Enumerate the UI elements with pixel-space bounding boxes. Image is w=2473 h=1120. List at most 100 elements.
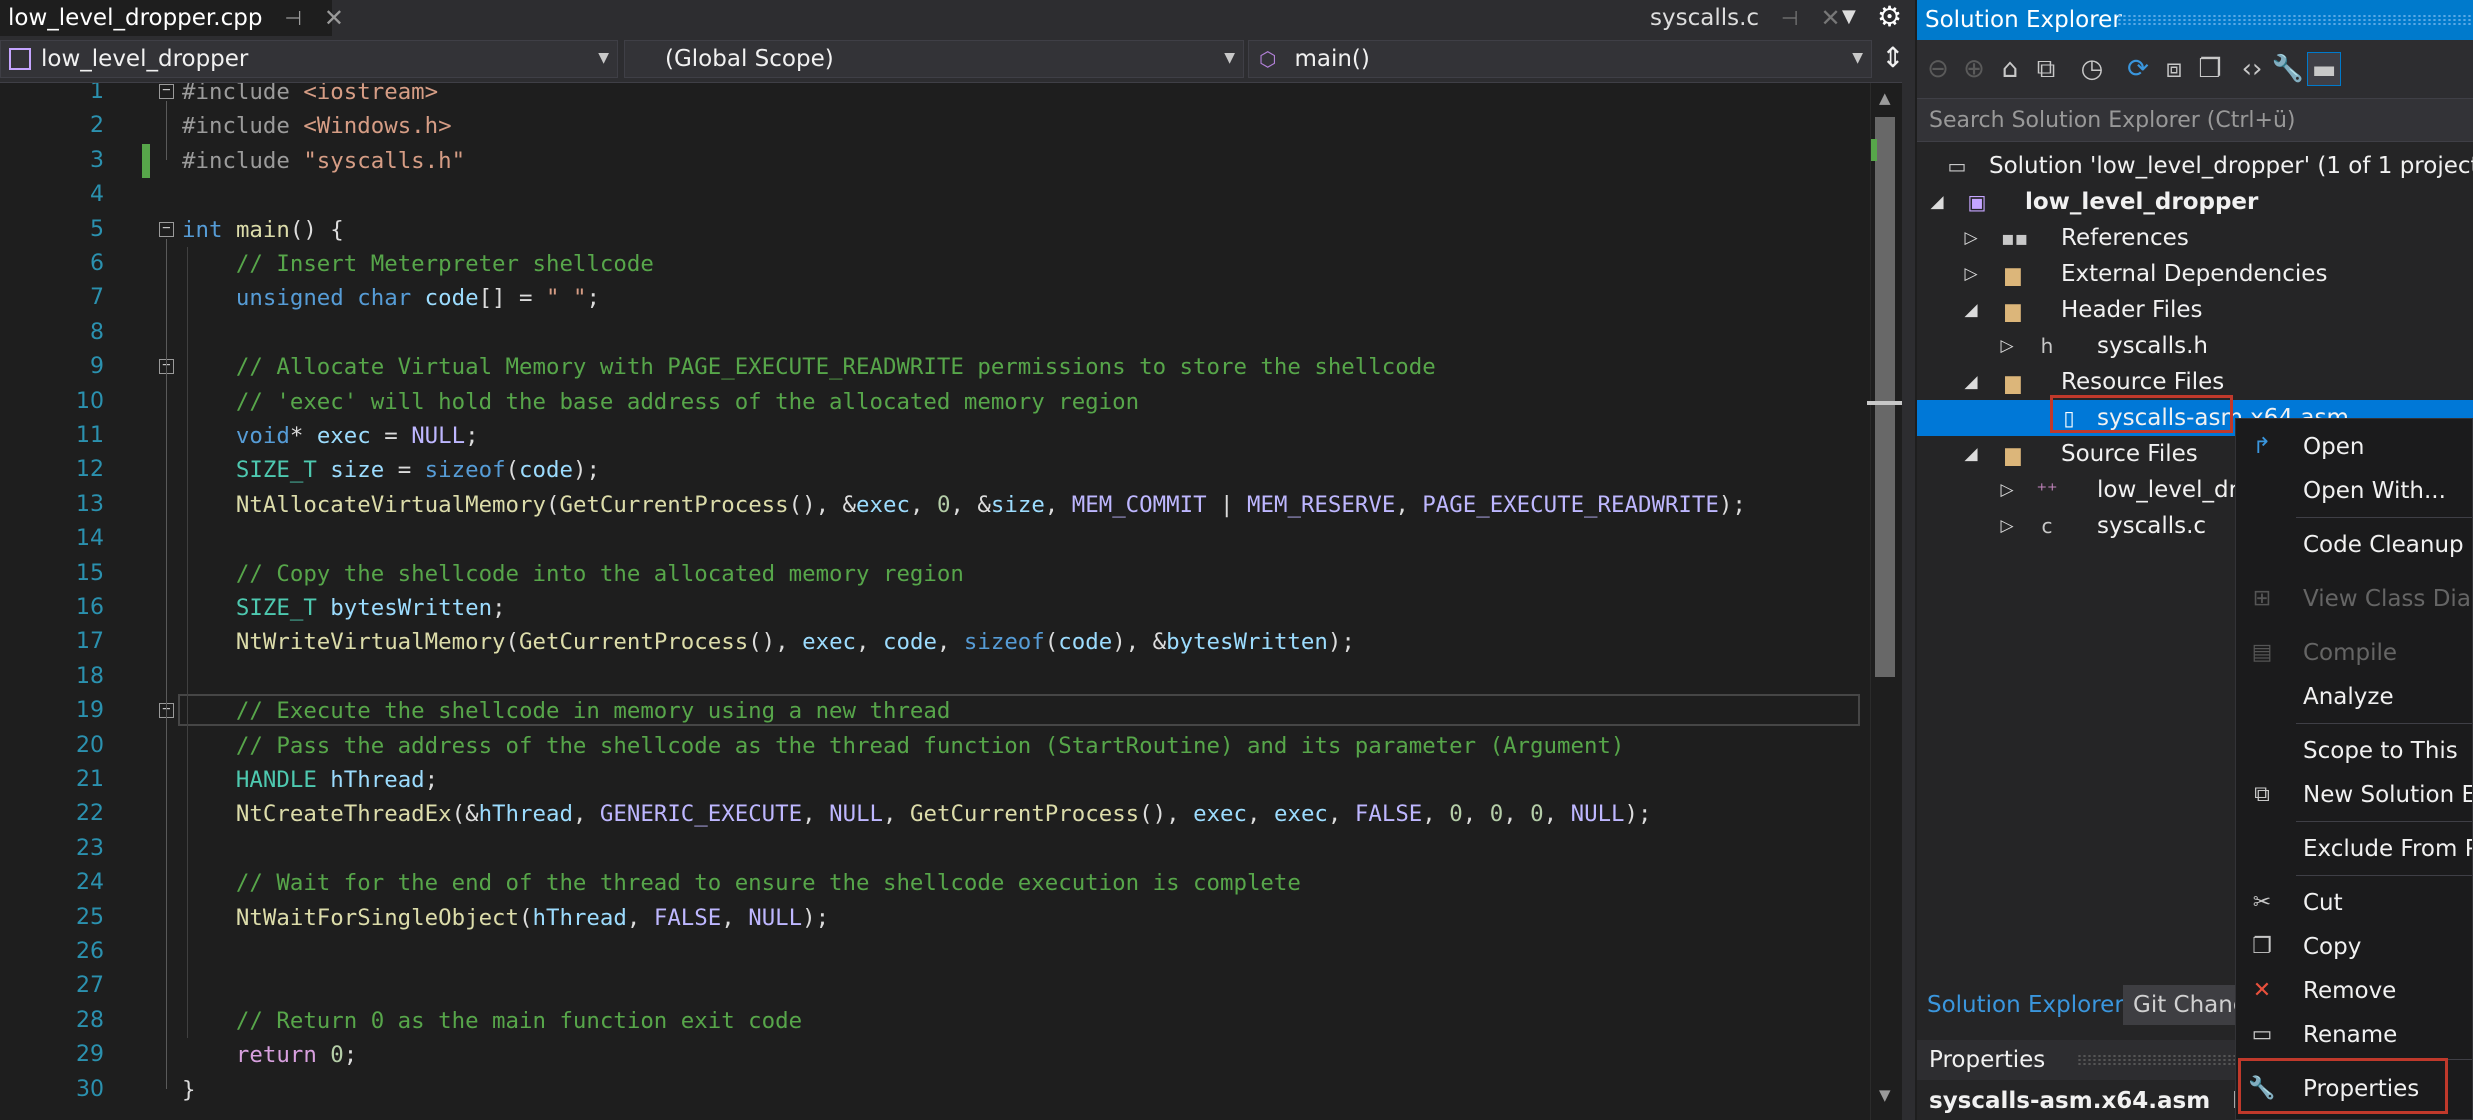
tab-syscalls-c[interactable]: syscalls.c ⊣ ✕ (1650, 0, 1841, 36)
expanded-triangle-icon[interactable]: ◢ (1963, 292, 1979, 328)
menu-item-scope-to-this[interactable]: Scope to This (2236, 731, 2472, 771)
editor-vertical-scrollbar[interactable]: ▲ ▼ (1867, 83, 1903, 1120)
expanded-triangle-icon[interactable]: ◢ (1963, 436, 1979, 472)
code-line[interactable]: 29 return 0; (0, 1038, 1870, 1072)
collapsed-triangle-icon[interactable]: ▷ (1999, 508, 2015, 544)
tab-low-level-dropper-cpp[interactable]: low_level_dropper.cpp ⊣ ✕ (0, 0, 344, 36)
tab-solution-explorer[interactable]: Solution Explorer (1917, 985, 2134, 1025)
tree-item-solution[interactable]: ▭ Solution 'low_level_dropper' (1 of 1 p… (1917, 148, 2473, 184)
pin-icon[interactable]: ⊣ (1781, 6, 1798, 30)
show-all-files-icon[interactable]: ❐ (2193, 52, 2227, 86)
code-line[interactable]: 21 HANDLE hThread; (0, 763, 1870, 797)
menu-item-copy[interactable]: ❐ Copy (2236, 927, 2472, 967)
tree-item-syscalls-h[interactable]: ▷ h syscalls.h (1917, 328, 2473, 364)
preview-selected-items-icon[interactable]: ▬ (2307, 52, 2341, 86)
forward-arrow-icon[interactable]: ⊕ (1957, 52, 1991, 86)
menu-item-compile: ▤ Compile (2236, 633, 2472, 673)
line-number: 12 (76, 457, 104, 483)
code-line[interactable]: 8 (0, 316, 1870, 350)
code-line[interactable]: 20 // Pass the address of the shellcode … (0, 729, 1870, 763)
solution-explorer-search-input[interactable]: Search Solution Explorer (Ctrl+ü) (1917, 98, 2473, 142)
menu-item-exclude-from-project[interactable]: Exclude From Project (2236, 829, 2472, 869)
collapsed-triangle-icon[interactable]: ▷ (1963, 220, 1979, 256)
code-line[interactable]: 6 // Insert Meterpreter shellcode (0, 247, 1870, 281)
member-dropdown[interactable]: ⬡ main() ▼ (1248, 40, 1872, 78)
open-arrow-icon: ↱ (2252, 434, 2272, 459)
pin-icon[interactable]: ⊣ (284, 6, 301, 30)
expanded-triangle-icon[interactable]: ◢ (1963, 364, 1979, 400)
close-icon[interactable]: ✕ (324, 4, 344, 32)
menu-item-open-with[interactable]: Open With... (2236, 471, 2472, 511)
cpp-file-icon: ⁺⁺ (2036, 478, 2058, 502)
code-editor[interactable]: 1− #include <iostream> 2 #include <Windows.… (0, 83, 1870, 1120)
context-menu: ↱ Open Open With... Code Cleanup ⊞ View Class… (2235, 418, 2473, 1120)
code-line[interactable]: 10 // 'exec' will hold the base address … (0, 385, 1870, 419)
code-line[interactable]: 17 NtWriteVirtualMemory(GetCurrentProces… (0, 625, 1870, 659)
code-line[interactable]: 11 void* exec = NULL; (0, 419, 1870, 453)
code-line[interactable]: 7 unsigned char code[] = " "; (0, 281, 1870, 315)
collapsed-triangle-icon[interactable]: ▷ (1999, 328, 2015, 364)
collapse-outline-icon[interactable]: − (159, 83, 174, 99)
menu-item-open[interactable]: ↱ Open (2236, 427, 2472, 467)
code-line[interactable]: 1 − #include <iostream> (0, 83, 1870, 109)
menu-item-new-solution-explorer-view[interactable]: ⧉ New Solution Explorer View (2236, 775, 2472, 815)
menu-item-analyze[interactable]: Analyze (2236, 677, 2472, 717)
menu-item-cut[interactable]: ✂ Cut (2236, 883, 2472, 923)
gear-icon[interactable]: ⚙ (1877, 0, 1902, 33)
code-line[interactable]: 26 (0, 935, 1870, 969)
code-line[interactable]: 22 NtCreateThreadEx(&hThread, GENERIC_EX… (0, 797, 1870, 831)
project-dropdown[interactable]: low_level_dropper ▼ (0, 40, 618, 78)
close-icon[interactable]: ✕ (1820, 4, 1840, 32)
scrollbar-thumb[interactable] (1875, 117, 1895, 677)
code-line[interactable]: 13 NtAllocateVirtualMemory(GetCurrentPro… (0, 488, 1870, 522)
code-text: // Wait for the end of the thread to ens… (235, 870, 1301, 897)
code-line[interactable]: 19− // Execute the shellcode in memory u… (0, 694, 1870, 728)
home-icon[interactable]: ⌂ (1993, 52, 2027, 86)
collapsed-triangle-icon[interactable]: ▷ (1963, 256, 1979, 292)
code-line[interactable]: 25 NtWaitForSingleObject(hThread, FALSE,… (0, 901, 1870, 935)
pending-changes-filter-icon[interactable]: ◷ (2075, 52, 2109, 86)
code-line[interactable]: 9− // Allocate Virtual Memory with PAGE_… (0, 350, 1870, 384)
refresh-icon[interactable]: ⟳ (2121, 52, 2155, 86)
code-line[interactable]: 15 // Copy the shellcode into the alloca… (0, 557, 1870, 591)
tree-item-project[interactable]: ◢ ▣ low_level_dropper (1917, 184, 2473, 220)
code-line[interactable]: 16 SIZE_T bytesWritten; (0, 591, 1870, 625)
collapse-outline-icon[interactable]: − (159, 221, 174, 237)
switch-views-icon[interactable]: ⧉ (2029, 52, 2063, 86)
code-line[interactable]: 23 (0, 832, 1870, 866)
code-line[interactable]: 18 (0, 660, 1870, 694)
view-code-icon[interactable]: ‹› (2235, 52, 2269, 86)
panel-splitter[interactable] (1902, 0, 1915, 1120)
cpp-project-icon: ▣ (1967, 190, 1987, 214)
scope-dropdown[interactable]: (Global Scope) ▼ (624, 40, 1244, 78)
line-number: 26 (76, 939, 104, 964)
line-number: 13 (76, 491, 104, 517)
scroll-up-arrow-icon[interactable]: ▲ (1879, 89, 1891, 107)
tab-list-dropdown-icon[interactable]: ▼ (1842, 6, 1856, 27)
code-line[interactable]: 2 #include <Windows.h> (0, 109, 1870, 143)
collapse-all-icon[interactable]: ⧈ (2157, 52, 2191, 86)
code-line[interactable]: 28 // Return 0 as the main function exit… (0, 1004, 1870, 1038)
menu-item-remove[interactable]: ✕ Remove (2236, 971, 2472, 1011)
collapsed-triangle-icon[interactable]: ▷ (1999, 472, 2015, 508)
properties-wrench-icon[interactable]: 🔧 (2271, 52, 2305, 86)
tree-item-external-dependencies[interactable]: ▷ ▆ External Dependencies (1917, 256, 2473, 292)
code-line[interactable]: 12 SIZE_T size = sizeof(code); (0, 453, 1870, 487)
code-line[interactable]: 30} (0, 1073, 1870, 1107)
menu-item-code-cleanup[interactable]: Code Cleanup (2236, 525, 2472, 565)
code-text: // Allocate Virtual Memory with PAGE_EXE… (235, 354, 1436, 381)
expanded-triangle-icon[interactable]: ◢ (1929, 184, 1945, 220)
code-line[interactable]: 27 (0, 969, 1870, 1003)
solution-explorer-title-bar[interactable]: Solution Explorer (1917, 0, 2473, 40)
code-line[interactable]: 4 (0, 178, 1870, 212)
code-line[interactable]: 3 #include "syscalls.h" (0, 143, 1870, 178)
code-line[interactable]: 24 // Wait for the end of the thread to … (0, 866, 1870, 900)
tree-item-references[interactable]: ▷ ▪▪ References (1917, 220, 2473, 256)
back-arrow-icon[interactable]: ⊖ (1921, 52, 1955, 86)
code-line[interactable]: 5 − int main() { (0, 213, 1870, 247)
code-line[interactable]: 14 (0, 522, 1870, 556)
menu-item-rename[interactable]: ▭ Rename (2236, 1015, 2472, 1055)
copy-icon: ❐ (2252, 934, 2272, 959)
tree-item-header-files[interactable]: ◢ ▆ Header Files (1917, 292, 2473, 328)
scroll-down-arrow-icon[interactable]: ▼ (1879, 1086, 1891, 1104)
